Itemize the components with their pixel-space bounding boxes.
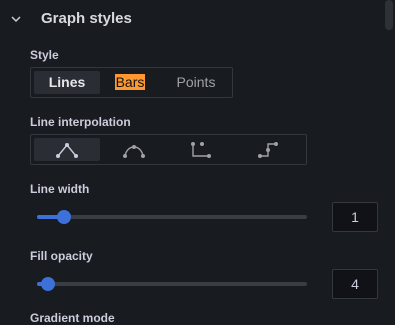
scrollbar[interactable]	[385, 0, 393, 30]
interpolation-step-before-button[interactable]	[168, 138, 234, 161]
line-width-slider[interactable]	[37, 206, 307, 228]
style-option-lines[interactable]: Lines	[34, 71, 100, 94]
slider-track	[37, 282, 307, 286]
fill-opacity-input[interactable]: 4	[332, 269, 378, 299]
line-interpolation-radio-group	[30, 134, 307, 165]
slider-track	[37, 215, 307, 219]
section-header-graph-styles[interactable]: Graph styles	[0, 0, 395, 38]
smooth-icon	[123, 145, 145, 158]
style-option-points[interactable]: Points	[161, 71, 231, 94]
line-interpolation-label: Line interpolation	[30, 115, 131, 129]
interpolation-linear-button[interactable]	[34, 138, 100, 161]
fill-opacity-label: Fill opacity	[30, 249, 93, 263]
linear-icon	[56, 143, 78, 158]
interpolation-smooth-button[interactable]	[101, 138, 167, 161]
style-radio-group: Lines Bars Points	[30, 67, 233, 98]
style-label: Style	[30, 48, 59, 62]
fill-opacity-slider[interactable]	[37, 273, 307, 295]
slider-thumb[interactable]	[41, 277, 55, 291]
section-title: Graph styles	[41, 10, 132, 27]
slider-thumb[interactable]	[57, 210, 71, 224]
interpolation-step-after-button[interactable]	[235, 138, 301, 161]
gradient-mode-label: Gradient mode	[30, 311, 115, 325]
line-width-input[interactable]: 1	[332, 202, 378, 232]
style-option-bars-text: Bars	[114, 74, 146, 90]
line-width-label: Line width	[30, 182, 90, 196]
step-after-icon	[258, 142, 278, 158]
chevron-down-icon	[11, 16, 21, 23]
style-option-bars[interactable]: Bars	[101, 71, 159, 94]
step-before-icon	[191, 142, 211, 158]
